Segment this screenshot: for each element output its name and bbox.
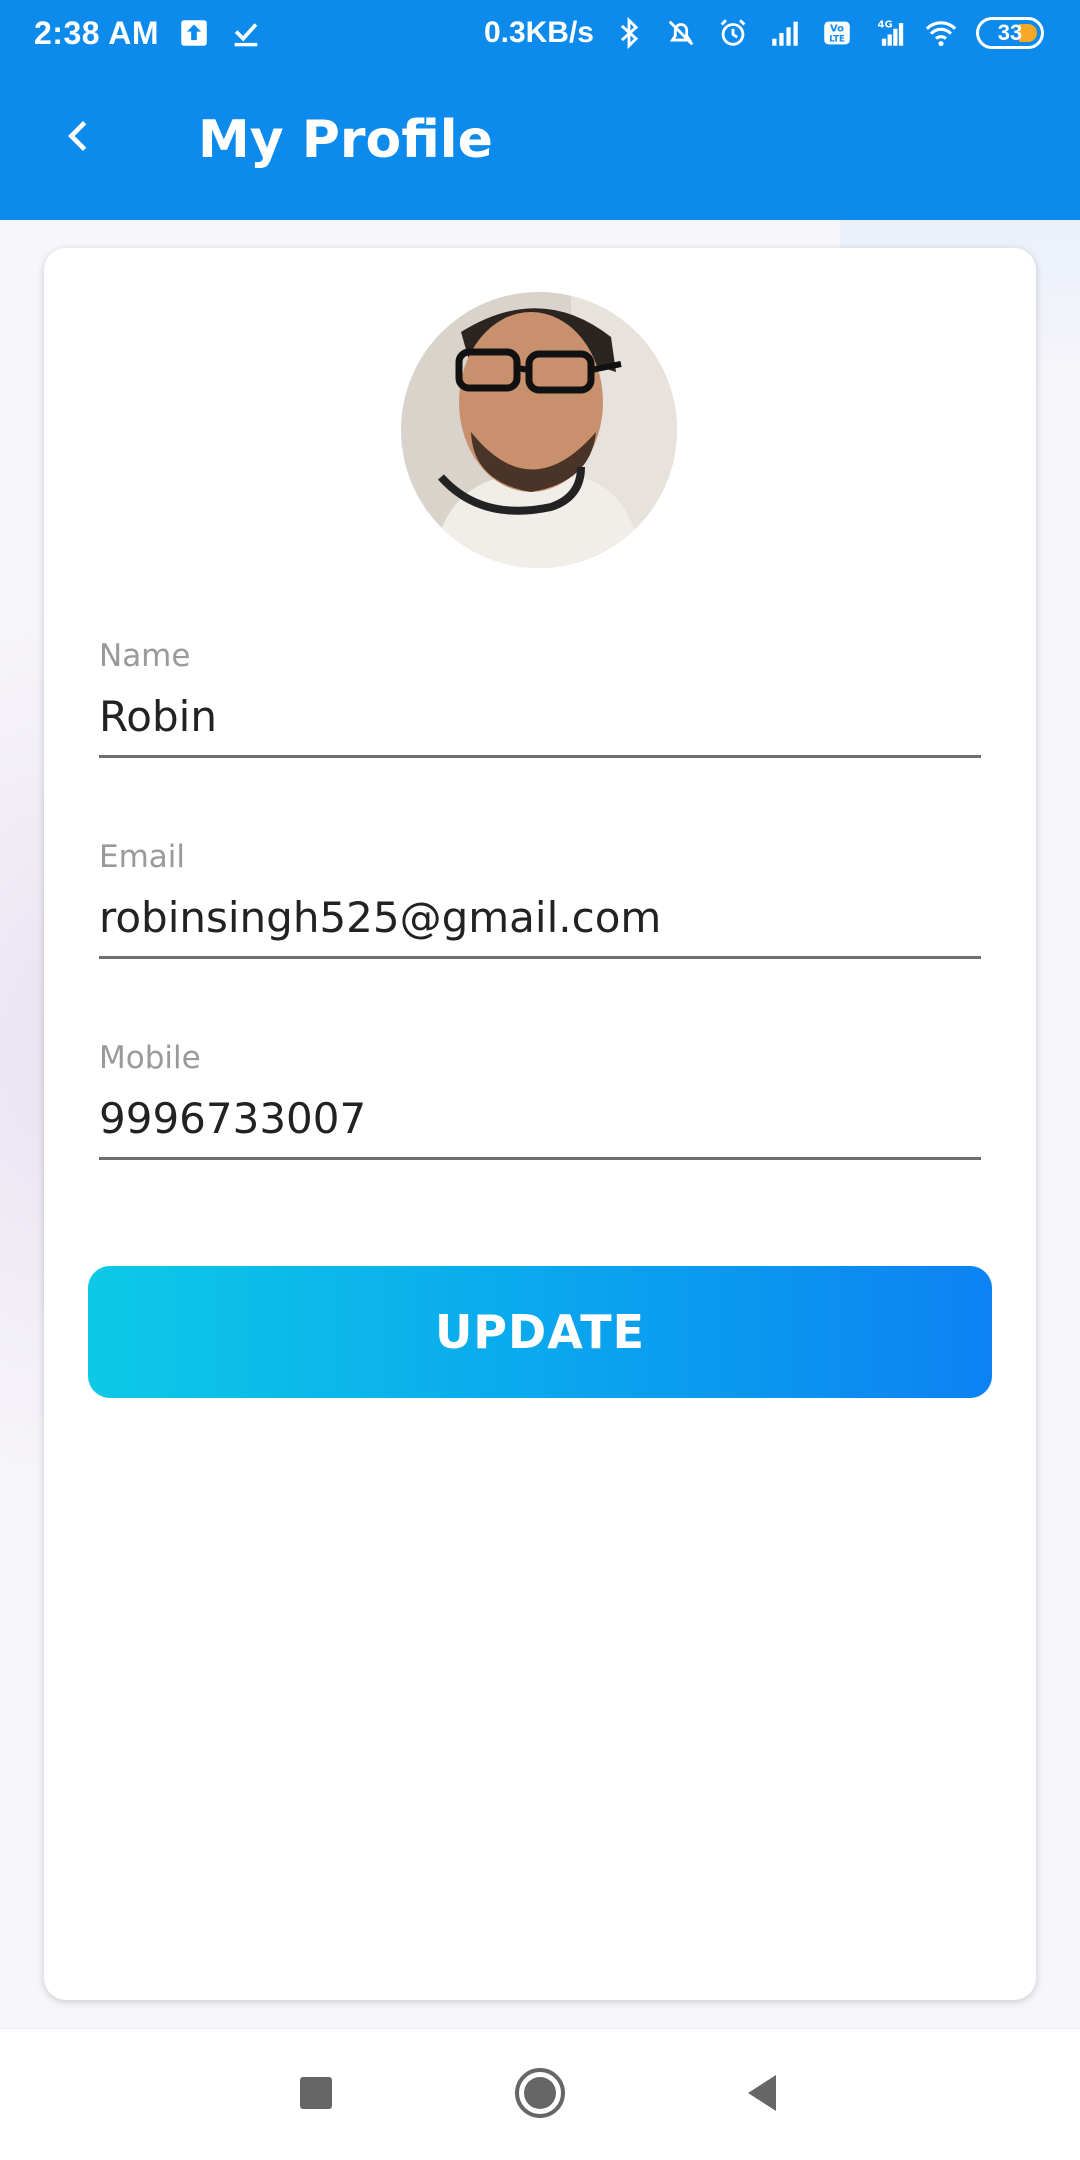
name-label: Name [99,638,191,674]
battery-level: 33 [997,20,1023,45]
profile-screen: 2:38 AM 0.3KB/s Vo LTE 4G 33 My Profile … [0,0,1080,2160]
svg-text:Vo: Vo [830,24,844,35]
mobile-input[interactable] [99,1094,981,1160]
profile-card: Name Email Mobile UPDATE [44,248,1036,2000]
bell-muted-icon [668,20,694,46]
system-nav-bar [0,2028,1080,2160]
profile-photo [401,292,677,568]
avatar[interactable] [401,292,677,568]
signal-4g-icon: 4G [878,19,904,46]
name-input[interactable] [99,692,981,758]
status-time: 2:38 AM [34,14,160,51]
svg-text:LTE: LTE [829,35,845,45]
signal-icon [772,21,798,46]
recents-square-icon[interactable] [284,2061,348,2125]
update-button[interactable]: UPDATE [88,1266,992,1398]
page-title: My Profile [198,110,493,170]
app-bar: My Profile [0,66,1080,220]
mobile-field: Mobile [99,1040,981,1160]
volte-icon: Vo LTE [824,21,850,45]
bluetooth-icon [620,16,639,50]
status-bar: 2:38 AM 0.3KB/s Vo LTE 4G 33 [0,0,1080,66]
chevron-left-icon [68,121,87,151]
name-field: Name [99,638,981,758]
back-button[interactable] [48,106,108,166]
home-circle-icon[interactable] [508,2061,572,2125]
alarm-icon [720,19,746,46]
email-field: Email [99,839,981,959]
wifi-icon [925,21,957,47]
svg-text:4G: 4G [878,19,893,30]
top-bar: 2:38 AM 0.3KB/s Vo LTE 4G 33 My Profile [0,0,1080,220]
email-input[interactable] [99,893,981,959]
email-label: Email [99,839,186,875]
mobile-label: Mobile [99,1040,201,1076]
check-icon [234,23,258,47]
upload-icon [181,20,207,46]
network-speed: 0.3KB/s [483,16,594,49]
back-triangle-icon[interactable] [730,2061,794,2125]
battery-indicator: 33 [976,17,1044,49]
